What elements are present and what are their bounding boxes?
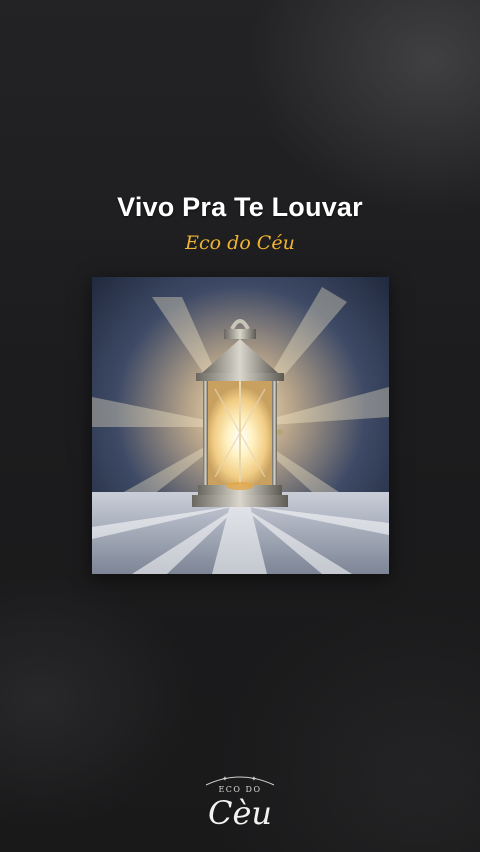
album-cover[interactable] xyxy=(92,277,389,574)
svg-text:✦: ✦ xyxy=(251,775,257,783)
star-arc-icon: ✦ ✦ xyxy=(205,775,275,786)
lantern-cover-art xyxy=(92,277,389,574)
artist-name: Eco do Céu xyxy=(185,232,295,254)
logo-small-text: ECO DO xyxy=(218,785,262,794)
brand-logo: ✦ ✦ ECO DO Cèu xyxy=(180,772,300,844)
svg-text:✦: ✦ xyxy=(222,775,228,783)
music-share-screen: Vivo Pra Te Louvar Eco do Céu ✦ ✦ ECO DO… xyxy=(0,0,480,852)
logo-big-text: Cèu xyxy=(207,794,273,832)
song-title: Vivo Pra Te Louvar xyxy=(117,192,363,222)
